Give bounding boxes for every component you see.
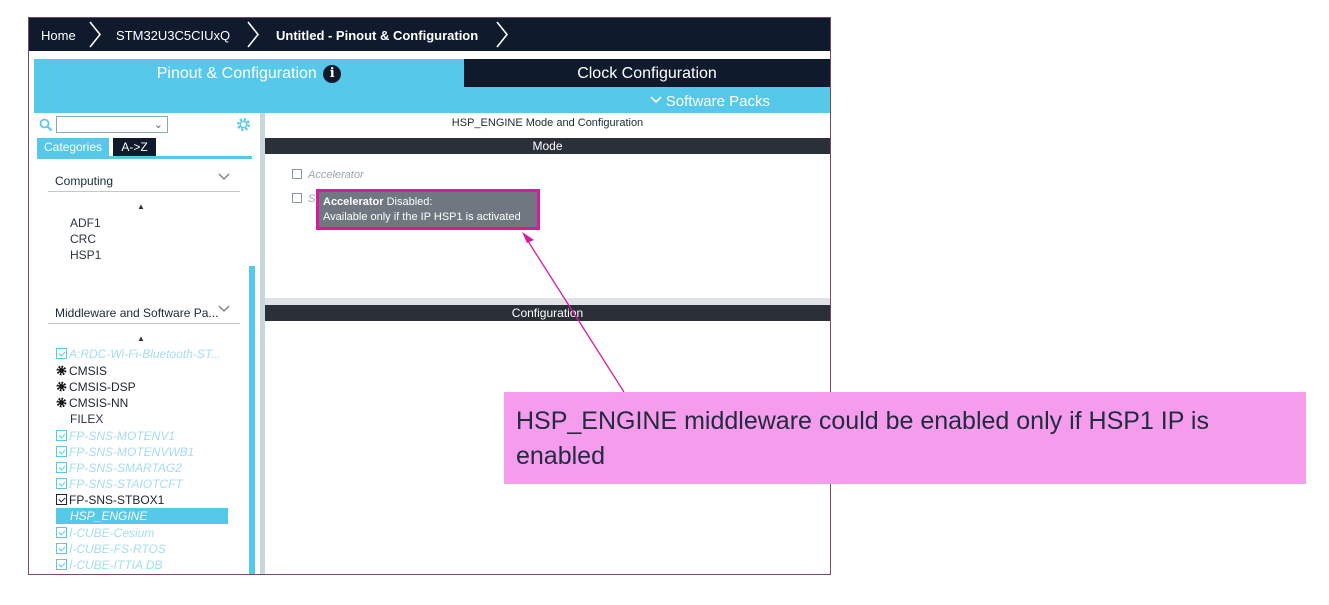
checkbox-icon	[292, 193, 302, 203]
list-item-middleware[interactable]: I-CUBE-ITTIA DB	[56, 557, 163, 573]
stm32cubemx-window: Home STM32U3C5CIUxQ Untitled - Pinout & …	[28, 17, 831, 575]
check-box-icon	[56, 462, 67, 473]
mode-configuration-panel: HSP_ENGINE Mode and Configuration Mode A…	[265, 113, 830, 574]
chevron-down-icon	[650, 87, 662, 104]
annotation-callout: HSP_ENGINE middleware could be enabled o…	[504, 392, 1306, 484]
list-item-hsp1[interactable]: HSP1	[70, 247, 101, 263]
software-packs-menu[interactable]: Software Packs	[650, 87, 770, 113]
component-tree-panel: ⌄ Categories A->Z Computing ▲ ADF1 CRC H…	[29, 113, 260, 574]
gear-icon	[56, 396, 67, 408]
breadcrumb-device[interactable]: STM32U3C5CIUxQ	[116, 18, 230, 51]
check-box-icon	[56, 348, 67, 359]
list-item-label: I-CUBE-ITTIA DB	[69, 558, 163, 572]
checkbox-label: Accelerator	[308, 169, 364, 181]
list-item-middleware[interactable]: FP-SNS-STBOX1	[56, 492, 164, 508]
second-checkbox[interactable]: S	[292, 193, 315, 205]
checkbox-icon	[292, 169, 302, 179]
list-item-middleware[interactable]: CMSIS-DSP	[56, 379, 136, 395]
tab-pinout-label: Pinout & Configuration	[156, 65, 317, 82]
tab-clock-configuration[interactable]: Clock Configuration	[464, 59, 830, 87]
scroll-up-icon[interactable]: ▲	[137, 334, 145, 343]
chevron-right-icon	[88, 21, 102, 48]
disabled-tooltip: Accelerator Disabled: Available only if …	[316, 189, 540, 230]
list-item-label: I-CUBE-Cesium	[69, 526, 155, 540]
list-item-hsp-engine-selected[interactable]: HSP_ENGINE	[56, 508, 228, 524]
list-item-middleware[interactable]: A:RDC-Wi-Fi-Bluetooth-ST...	[56, 346, 221, 362]
check-box-icon	[56, 430, 67, 441]
tooltip-rest: Disabled:	[383, 196, 433, 208]
accelerator-checkbox[interactable]: Accelerator	[292, 169, 364, 181]
scrollbar[interactable]	[249, 266, 255, 574]
breadcrumb-home[interactable]: Home	[41, 18, 76, 51]
gear-icon	[56, 364, 67, 376]
check-box-icon	[56, 559, 67, 570]
list-item-label: CMSIS-DSP	[69, 380, 136, 394]
mode-header: Mode	[265, 138, 830, 154]
tooltip-line-1: Accelerator Disabled:	[323, 195, 533, 210]
chevron-down-icon	[218, 302, 230, 320]
group-computing[interactable]: Computing	[48, 170, 240, 192]
scroll-up-icon[interactable]: ▲	[137, 202, 145, 211]
list-item-label: FP-SNS-MOTENV1	[69, 429, 176, 443]
tooltip-bold: Accelerator	[323, 196, 384, 208]
chevron-down-icon[interactable]: ⌄	[154, 117, 163, 133]
list-item-adf1[interactable]: ADF1	[70, 215, 101, 231]
list-item-label: CMSIS-NN	[69, 396, 129, 410]
breadcrumb: Home STM32U3C5CIUxQ Untitled - Pinout & …	[29, 18, 830, 51]
gear-icon	[56, 380, 67, 392]
tab-underline	[37, 156, 252, 159]
list-item-middleware[interactable]: FILEX	[70, 411, 103, 427]
list-item-middleware[interactable]: I-CUBE-FS-RTOS	[56, 541, 166, 557]
list-item-label: FP-SNS-SMARTAG2	[69, 461, 182, 475]
check-box-icon	[56, 543, 67, 554]
check-box-icon	[56, 527, 67, 538]
chevron-down-icon	[218, 170, 230, 188]
tooltip-line-2: Available only if the IP HSP1 is activat…	[323, 211, 521, 223]
check-box-icon	[56, 446, 67, 457]
list-item-crc[interactable]: CRC	[70, 231, 96, 247]
section-separator	[265, 298, 830, 305]
software-packs-bar: Software Packs	[34, 87, 830, 113]
checkbox-label: S	[308, 193, 316, 205]
check-box-icon	[56, 478, 67, 489]
chevron-right-icon	[246, 21, 260, 48]
check-box-icon	[56, 494, 67, 505]
chevron-right-icon	[495, 21, 509, 48]
search-input[interactable]: ⌄	[56, 116, 168, 133]
tab-a-to-z[interactable]: A->Z	[113, 138, 156, 156]
list-item-label: CMSIS	[69, 364, 108, 378]
list-item-label: FP-SNS-STBOX1	[69, 493, 165, 507]
list-item-middleware[interactable]: CMSIS	[56, 363, 107, 379]
main-tabs: Pinout & Configuration i Clock Configura…	[34, 59, 830, 87]
search-icon	[39, 118, 53, 132]
list-item-middleware[interactable]: CMSIS-NN	[56, 395, 128, 411]
list-item-middleware[interactable]: I-CUBE-Cesium	[56, 525, 154, 541]
list-item-middleware[interactable]: FP-SNS-STAIOTCFT	[56, 476, 183, 492]
list-item-label: A:RDC-Wi-Fi-Bluetooth-ST...	[69, 347, 222, 361]
panel-title: HSP_ENGINE Mode and Configuration	[451, 117, 644, 129]
software-packs-label: Software Packs	[665, 93, 770, 110]
list-item-label: I-CUBE-FS-RTOS	[69, 542, 166, 556]
info-icon[interactable]: i	[323, 65, 342, 83]
gear-icon[interactable]	[235, 116, 252, 133]
list-item-middleware[interactable]: FP-SNS-SMARTAG2	[56, 460, 182, 476]
list-item-middleware[interactable]: FP-SNS-MOTENVWB1	[56, 444, 194, 460]
group-middleware-label: Middleware and Software Pa...	[55, 306, 219, 320]
tab-pinout-configuration[interactable]: Pinout & Configuration i	[34, 59, 464, 87]
list-item-middleware[interactable]: FP-SNS-MOTENV1	[56, 428, 175, 444]
list-item-label: FP-SNS-MOTENVWB1	[69, 445, 195, 459]
breadcrumb-project[interactable]: Untitled - Pinout & Configuration	[276, 18, 478, 51]
list-item-label: FP-SNS-STAIOTCFT	[69, 477, 183, 491]
configuration-header: Configuration	[265, 305, 830, 321]
tab-categories[interactable]: Categories	[37, 138, 109, 156]
group-computing-label: Computing	[55, 174, 114, 188]
group-middleware[interactable]: Middleware and Software Pa...	[48, 302, 240, 324]
